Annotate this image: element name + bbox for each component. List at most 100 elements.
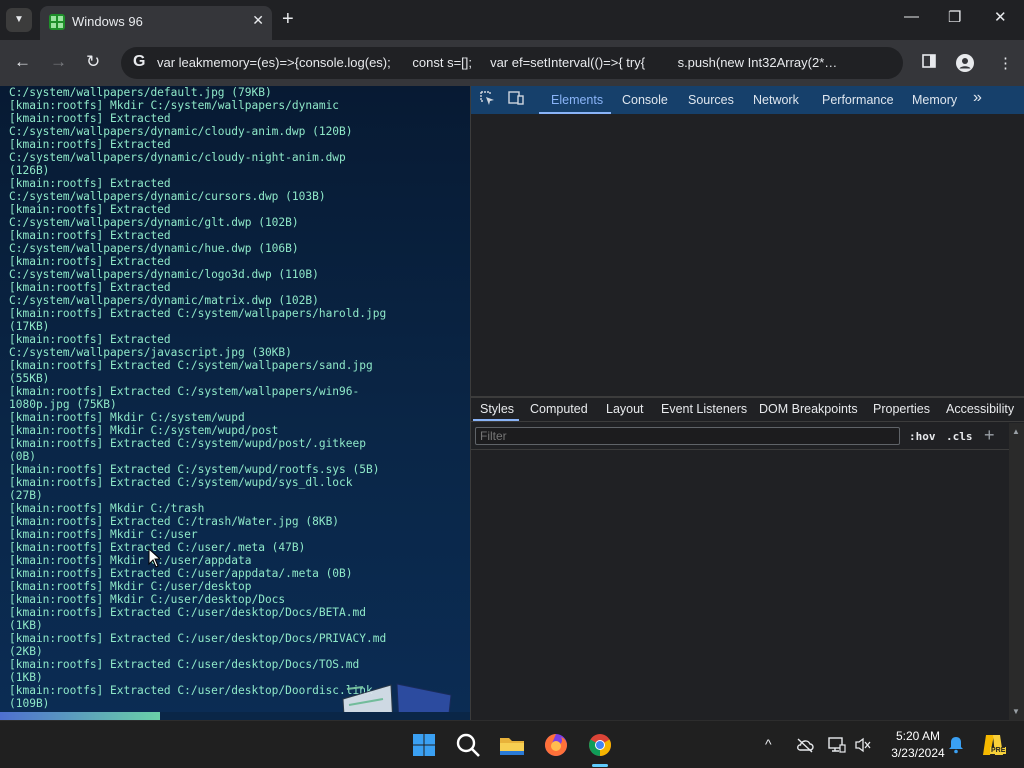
- active-app-indicator: [592, 764, 608, 767]
- tab-strip: ▼ Windows 96 ✕ + — ❐ ✕: [0, 0, 1024, 40]
- boot-progress-fill: [0, 712, 160, 720]
- tab-network[interactable]: Network: [753, 93, 799, 107]
- new-style-rule-icon[interactable]: +: [984, 425, 995, 446]
- tab-performance[interactable]: Performance: [822, 93, 894, 107]
- terminal-line: [kmain:rootfs] Extracted C:/system/wupd/…: [9, 463, 380, 476]
- minimize-button[interactable]: —: [904, 8, 919, 25]
- chrome-icon[interactable]: [584, 729, 616, 761]
- terminal-line: [kmain:rootfs] Extracted C:/system/wupd/…: [9, 476, 353, 489]
- subtab-event-listeners[interactable]: Event Listeners: [661, 402, 747, 416]
- address-bar[interactable]: G var leakmemory=(es)=>{console.log(es);…: [121, 47, 903, 79]
- styles-filter-input[interactable]: [475, 427, 900, 445]
- terminal-line: [kmain:rootfs] Extracted: [9, 255, 171, 268]
- restore-button[interactable]: ❐: [948, 8, 961, 26]
- terminal-line: [kmain:rootfs] Extracted: [9, 138, 171, 151]
- elements-pane[interactable]: [471, 114, 1024, 396]
- terminal-line: C:/system/wallpapers/dynamic/cursors.dwp…: [9, 190, 326, 203]
- search-engine-icon: G: [133, 53, 146, 70]
- terminal-line: [kmain:rootfs] Extracted C:/user/desktop…: [9, 684, 373, 697]
- network-icon[interactable]: [828, 736, 846, 754]
- notification-bell-icon[interactable]: [948, 736, 964, 754]
- terminal-line: 1080p.jpg (75KB): [9, 398, 117, 411]
- terminal-line: [kmain:rootfs] Mkdir C:/user/desktop/Doc…: [9, 593, 286, 606]
- subtab-dom-breakpoints[interactable]: DOM Breakpoints: [759, 402, 858, 416]
- side-panel-icon[interactable]: [922, 54, 936, 72]
- terminal-line: [kmain:rootfs] Extracted: [9, 112, 171, 125]
- subtab-accessibility[interactable]: Accessibility: [946, 402, 1014, 416]
- boot-progress-bar: [0, 712, 470, 720]
- tray-overflow-chevron-icon[interactable]: ^: [765, 736, 772, 752]
- boot-terminal: C:/system/wallpapers/default.jpg (79KB)[…: [0, 86, 470, 720]
- search-icon[interactable]: [452, 729, 484, 761]
- devtools-panel: Elements Console Sources Network Perform…: [470, 86, 1024, 720]
- terminal-line: C:/system/wallpapers/default.jpg (79KB): [9, 86, 272, 99]
- terminal-line: [kmain:rootfs] Extracted: [9, 177, 171, 190]
- windows96-favicon-icon: [49, 14, 65, 30]
- firefox-icon[interactable]: [540, 729, 572, 761]
- terminal-line: (17KB): [9, 320, 50, 333]
- terminal-line: [kmain:rootfs] Extracted C:/user/desktop…: [9, 632, 387, 645]
- subtab-computed[interactable]: Computed: [530, 402, 588, 416]
- terminal-line: C:/system/wallpapers/dynamic/matrix.dwp …: [9, 294, 319, 307]
- styles-scrollbar[interactable]: ▲ ▼: [1009, 423, 1024, 720]
- terminal-line: [kmain:rootfs] Extracted: [9, 281, 171, 294]
- more-tabs-icon[interactable]: »: [973, 89, 982, 107]
- terminal-line: C:/system/wallpapers/dynamic/glt.dwp (10…: [9, 216, 299, 229]
- subtab-layout[interactable]: Layout: [606, 402, 644, 416]
- terminal-line: [kmain:rootfs] Extracted C:/user/appdata…: [9, 567, 353, 580]
- terminal-line: C:/system/wallpapers/javascript.jpg (30K…: [9, 346, 292, 359]
- tab-sources[interactable]: Sources: [688, 93, 734, 107]
- terminal-line: (126B): [9, 164, 50, 177]
- tab-elements[interactable]: Elements: [551, 93, 603, 107]
- terminal-line: [kmain:rootfs] Extracted C:/trash/Water.…: [9, 515, 340, 528]
- class-toggle[interactable]: .cls: [946, 430, 973, 443]
- terminal-line: [kmain:rootfs] Mkdir C:/system/wallpaper…: [9, 99, 340, 112]
- forward-button[interactable]: →: [50, 52, 67, 72]
- cloud-offline-icon[interactable]: [796, 737, 814, 753]
- subtab-properties[interactable]: Properties: [873, 402, 930, 416]
- hover-state-toggle[interactable]: :hov: [909, 430, 936, 443]
- active-subtab-indicator: [473, 419, 519, 421]
- devtools-tab-bar: Elements Console Sources Network Perform…: [471, 86, 1024, 114]
- scroll-down-icon[interactable]: ▼: [1012, 707, 1020, 716]
- terminal-line: [kmain:rootfs] Mkdir C:/trash: [9, 502, 205, 515]
- terminal-line: C:/system/wallpapers/dynamic/logo3d.dwp …: [9, 268, 319, 281]
- mouse-cursor-icon: [148, 548, 162, 568]
- clock-date[interactable]: 3/23/2024: [880, 746, 956, 760]
- volume-muted-icon[interactable]: [854, 736, 872, 754]
- subtab-styles[interactable]: Styles: [480, 402, 514, 416]
- tab-search-button[interactable]: ▼: [6, 8, 32, 32]
- copilot-icon[interactable]: PRE: [980, 732, 1007, 758]
- terminal-line: [kmain:rootfs] Extracted: [9, 203, 171, 216]
- terminal-line: (55KB): [9, 372, 50, 385]
- browser-toolbar: ← → ↻ G var leakmemory=(es)=>{console.lo…: [0, 40, 1024, 86]
- scroll-up-icon[interactable]: ▲: [1012, 427, 1020, 436]
- tab-close-icon[interactable]: ✕: [252, 12, 264, 29]
- tab-memory[interactable]: Memory: [912, 93, 957, 107]
- tab-console[interactable]: Console: [622, 93, 668, 107]
- terminal-line: (1KB): [9, 671, 43, 684]
- address-text[interactable]: var leakmemory=(es)=>{console.log(es); c…: [157, 55, 887, 70]
- close-window-button[interactable]: ✕: [994, 8, 1007, 26]
- terminal-line: (0B): [9, 450, 36, 463]
- terminal-line: (27B): [9, 489, 43, 502]
- file-explorer-icon[interactable]: [496, 729, 528, 761]
- terminal-line: [kmain:rootfs] Extracted: [9, 229, 171, 242]
- styles-filter-row: :hov .cls +: [471, 423, 1024, 449]
- profile-avatar-icon[interactable]: [956, 54, 974, 76]
- back-button[interactable]: ←: [14, 52, 31, 72]
- terminal-line: [kmain:rootfs] Extracted C:/user/desktop…: [9, 606, 366, 619]
- terminal-line: [kmain:rootfs] Mkdir C:/user/appdata: [9, 554, 252, 567]
- inspect-element-icon[interactable]: [480, 91, 495, 109]
- terminal-line: [kmain:rootfs] Extracted C:/system/wallp…: [9, 307, 387, 320]
- terminal-line: [kmain:rootfs] Extracted C:/user/desktop…: [9, 658, 360, 671]
- terminal-line: (2KB): [9, 645, 43, 658]
- terminal-line: [kmain:rootfs] Extracted C:/system/wallp…: [9, 385, 360, 398]
- clock-time[interactable]: 5:20 AM: [880, 729, 956, 743]
- new-tab-button[interactable]: +: [282, 9, 294, 29]
- chrome-menu-icon[interactable]: ⋮: [998, 54, 1013, 72]
- reload-button[interactable]: ↻: [86, 52, 100, 72]
- browser-tab[interactable]: Windows 96 ✕: [40, 6, 272, 40]
- device-toolbar-icon[interactable]: [508, 91, 524, 108]
- start-icon[interactable]: [408, 729, 440, 761]
